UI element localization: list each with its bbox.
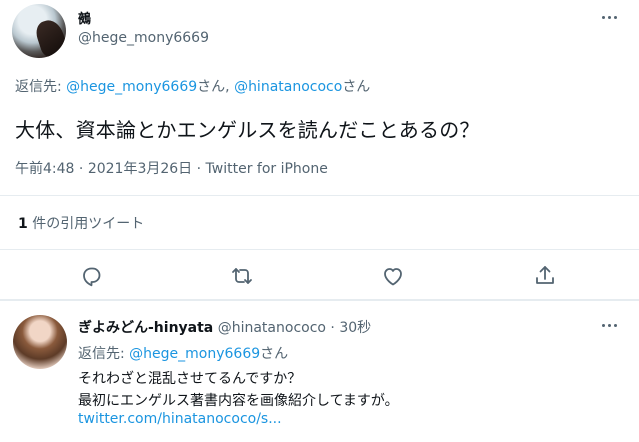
tweet-time[interactable]: 午前4:48 [15,161,74,177]
reply-author-avatar[interactable] [13,315,67,369]
quote-count: 1 [18,216,28,232]
meta-separator: · [192,161,206,177]
mention-suffix: さん, [197,79,235,95]
reply-time[interactable]: · 30秒 [326,320,371,336]
quote-tweets-link[interactable]: 1 件の引用ツイート [18,213,144,233]
tweet-source[interactable]: Twitter for iPhone [206,161,328,177]
reply-icon[interactable] [79,264,103,288]
author-avatar[interactable] [12,4,66,58]
like-icon[interactable] [381,264,405,288]
replying-to-label: 返信先: [15,79,67,95]
divider [0,299,639,301]
tweet-date[interactable]: 2021年3月26日 [88,161,192,177]
mention-suffix: さん [342,79,371,95]
reply-author-display-name[interactable]: ぎよみどん-hinyata [78,320,213,336]
reply-url-link[interactable]: twitter.com/hinatanococo/s... [78,411,282,427]
retweet-icon[interactable] [230,264,254,288]
reply-header: ぎよみどん-hinyata @hinatanococo · 30秒 [78,317,371,337]
more-options-icon[interactable] [602,16,622,22]
mention-link[interactable]: @hinatanococo [234,79,342,95]
divider [0,249,639,250]
author-display-name[interactable]: 鵺 [78,8,91,27]
meta-separator: · [74,161,88,177]
reply-text-line: 最初にエンゲルス著書内容を画像紹介してますが。 [78,393,399,409]
mention-link[interactable]: @hege_mony6669 [129,346,260,362]
reply-text-line: それわざと混乱させてるんですか？ [78,371,302,387]
reply-replying-to: 返信先: @hege_mony6669さん [78,343,288,363]
tweet-metadata: 午前4:48 · 2021年3月26日 · Twitter for iPhone [15,158,328,178]
more-options-icon[interactable] [602,324,622,330]
tweet-text: 大体、資本論とかエンゲルスを読んだことあるの？ [15,118,480,142]
avatar-art [33,16,66,58]
mention-link[interactable]: @hege_mony6669 [66,79,197,95]
replying-to: 返信先: @hege_mony6669さん, @hinatanococoさん [15,76,370,96]
quote-label: 件の引用ツイート [27,216,145,232]
mention-suffix: さん [260,346,289,362]
author-handle[interactable]: @hege_mony6669 [78,30,209,46]
replying-to-label: 返信先: [78,346,130,362]
share-icon[interactable] [533,264,557,288]
reply-author-handle[interactable]: @hinatanococo [218,320,326,336]
divider [0,195,639,196]
